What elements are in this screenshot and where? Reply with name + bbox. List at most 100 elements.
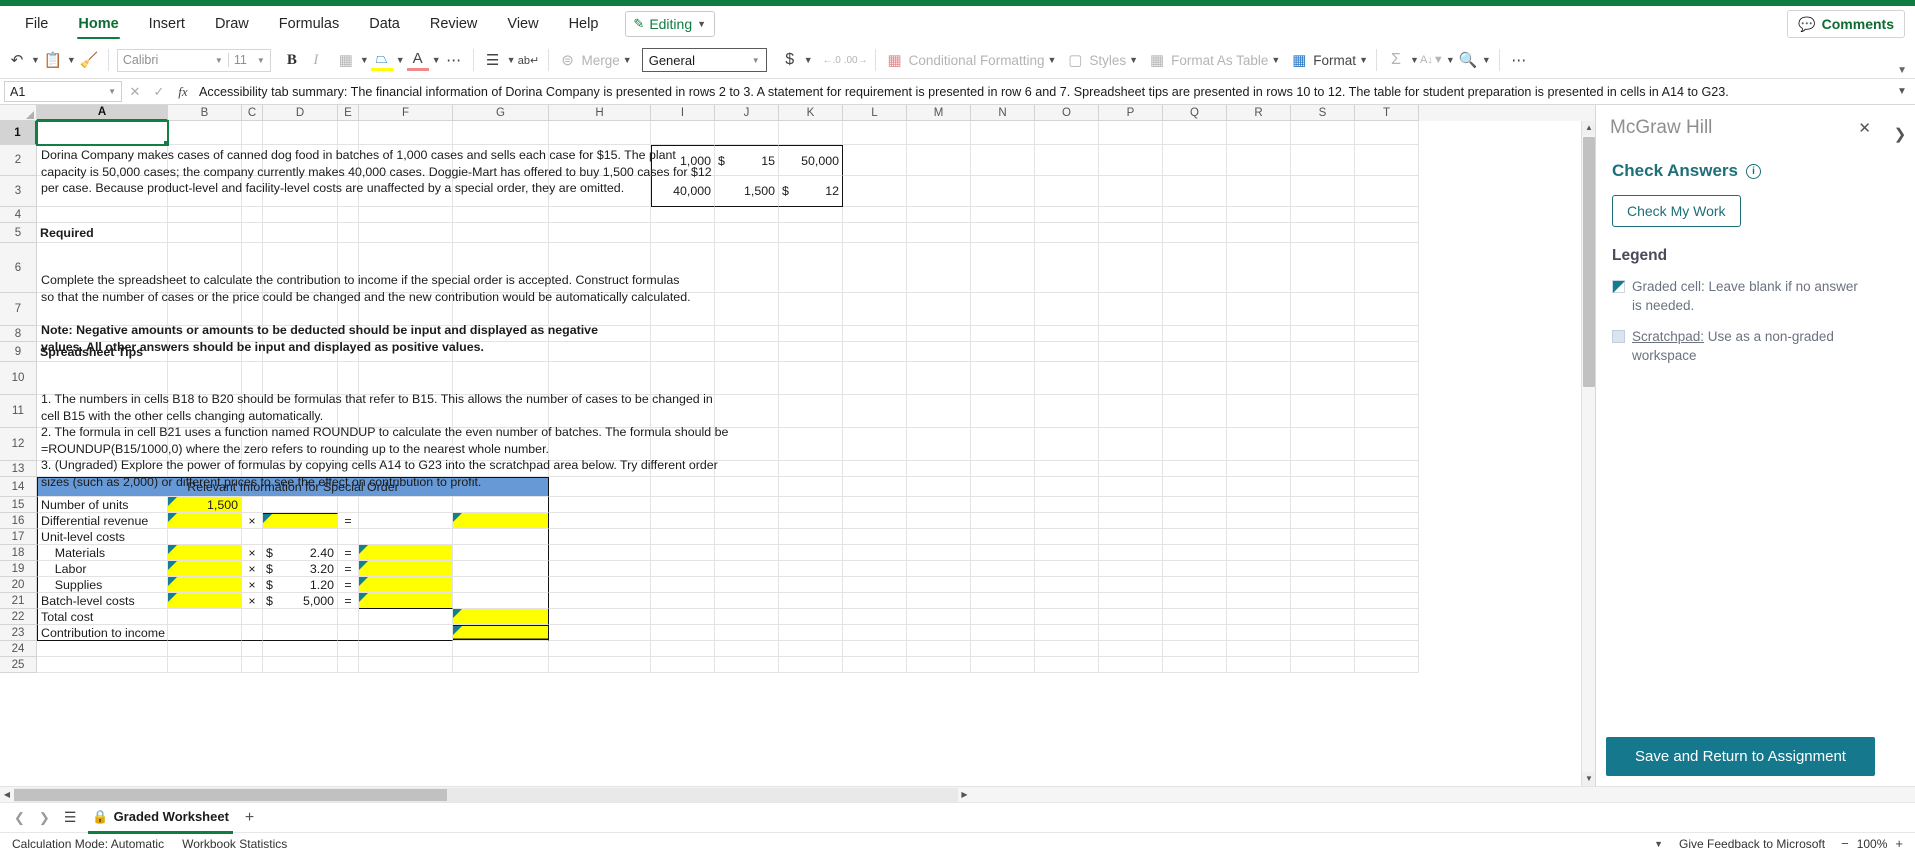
cell-n7[interactable] xyxy=(971,293,1035,326)
cell-s6[interactable] xyxy=(1291,243,1355,293)
cell-e17[interactable] xyxy=(338,529,359,545)
cell-c20[interactable]: × xyxy=(242,577,263,593)
cell-e24[interactable] xyxy=(338,641,359,657)
cell-q9[interactable] xyxy=(1163,342,1227,362)
cell-e13[interactable] xyxy=(338,461,359,477)
cell-q23[interactable] xyxy=(1163,625,1227,641)
cell-h13[interactable] xyxy=(549,461,651,477)
cell-p23[interactable] xyxy=(1099,625,1163,641)
cell-e16[interactable]: = xyxy=(338,513,359,529)
styles-button[interactable]: ▢ Styles ▼ xyxy=(1064,49,1138,71)
row-header-1[interactable]: 1 xyxy=(0,121,37,145)
fill-color-button[interactable]: ⏢ ▼ xyxy=(370,49,405,71)
find-button[interactable]: 🔍 ▼ xyxy=(1457,49,1490,71)
cell-i5[interactable] xyxy=(651,223,715,243)
row-header-4[interactable]: 4 xyxy=(0,207,37,223)
cell-e19[interactable]: = xyxy=(338,561,359,577)
cell-f19[interactable] xyxy=(359,561,453,577)
cell-i18[interactable] xyxy=(651,545,715,561)
decrease-decimal-button[interactable]: ←.0 xyxy=(821,49,843,71)
cell-m23[interactable] xyxy=(907,625,971,641)
cancel-edit-icon[interactable]: ✕ xyxy=(124,84,146,100)
select-all-corner[interactable] xyxy=(0,105,37,121)
cell-d20[interactable]: $1.20 xyxy=(263,577,338,593)
cell-r1[interactable] xyxy=(1227,121,1291,145)
cell-l21[interactable] xyxy=(843,593,907,609)
increase-decimal-button[interactable]: .00→ xyxy=(844,49,868,71)
cell-l14[interactable] xyxy=(843,477,907,497)
more-commands-button[interactable]: ⋯ xyxy=(1508,49,1530,71)
cell-l15[interactable] xyxy=(843,497,907,513)
tab-file[interactable]: File xyxy=(10,6,63,42)
cell-i4[interactable] xyxy=(651,207,715,223)
cell-e10[interactable] xyxy=(338,362,359,395)
cell-g2[interactable] xyxy=(453,145,549,176)
check-my-work-button[interactable]: Check My Work xyxy=(1612,195,1741,227)
cell-s19[interactable] xyxy=(1291,561,1355,577)
cell-p13[interactable] xyxy=(1099,461,1163,477)
cell-g24[interactable] xyxy=(453,641,549,657)
cell-a6[interactable] xyxy=(37,243,168,293)
cell-h12[interactable] xyxy=(549,428,651,461)
cell-b5[interactable] xyxy=(168,223,242,243)
cell-p20[interactable] xyxy=(1099,577,1163,593)
cell-o14[interactable] xyxy=(1035,477,1099,497)
cell-t18[interactable] xyxy=(1355,545,1419,561)
cell-j4[interactable] xyxy=(715,207,779,223)
cell-n14[interactable] xyxy=(971,477,1035,497)
cell-k2[interactable]: 50,000 xyxy=(779,145,843,176)
cell-t4[interactable] xyxy=(1355,207,1419,223)
cell-i3[interactable]: 40,000 xyxy=(651,176,715,207)
cell-s23[interactable] xyxy=(1291,625,1355,641)
task-pane-expand-rail[interactable]: ❯ xyxy=(1885,105,1915,786)
cell-j11[interactable] xyxy=(715,395,779,428)
cell-n10[interactable] xyxy=(971,362,1035,395)
row-header-7[interactable]: 7 xyxy=(0,293,37,326)
scroll-right-icon[interactable]: ▶ xyxy=(958,788,972,802)
cell-g16[interactable] xyxy=(453,513,549,529)
cell-a13[interactable] xyxy=(37,461,168,477)
cell-q25[interactable] xyxy=(1163,657,1227,673)
cell-t11[interactable] xyxy=(1355,395,1419,428)
cell-i11[interactable] xyxy=(651,395,715,428)
cell-n9[interactable] xyxy=(971,342,1035,362)
cell-f23[interactable] xyxy=(359,625,453,641)
cell-f11[interactable] xyxy=(359,395,453,428)
cell-i9[interactable] xyxy=(651,342,715,362)
cell-t5[interactable] xyxy=(1355,223,1419,243)
cell-h22[interactable] xyxy=(549,609,651,625)
cell-e23[interactable] xyxy=(338,625,359,641)
cell-f2[interactable] xyxy=(359,145,453,176)
cell-j15[interactable] xyxy=(715,497,779,513)
more-font-options-button[interactable]: ⋯ xyxy=(443,49,465,71)
cell-g4[interactable] xyxy=(453,207,549,223)
cell-k18[interactable] xyxy=(779,545,843,561)
cell-k15[interactable] xyxy=(779,497,843,513)
cell-e12[interactable] xyxy=(338,428,359,461)
cell-p8[interactable] xyxy=(1099,326,1163,342)
cell-k22[interactable] xyxy=(779,609,843,625)
cell-a12[interactable] xyxy=(37,428,168,461)
column-header-o[interactable]: O xyxy=(1035,105,1099,121)
cell-p21[interactable] xyxy=(1099,593,1163,609)
cell-m20[interactable] xyxy=(907,577,971,593)
cell-e3[interactable] xyxy=(338,176,359,207)
cell-t15[interactable] xyxy=(1355,497,1419,513)
cell-a20[interactable]: Supplies xyxy=(37,577,168,593)
cell-q21[interactable] xyxy=(1163,593,1227,609)
cell-r23[interactable] xyxy=(1227,625,1291,641)
number-format-select[interactable]: General ▼ xyxy=(641,48,767,72)
cell-o4[interactable] xyxy=(1035,207,1099,223)
cell-m3[interactable] xyxy=(907,176,971,207)
cell-q16[interactable] xyxy=(1163,513,1227,529)
cell-h21[interactable] xyxy=(549,593,651,609)
cell-l13[interactable] xyxy=(843,461,907,477)
column-header-i[interactable]: I xyxy=(651,105,715,121)
cell-j10[interactable] xyxy=(715,362,779,395)
cell-k9[interactable] xyxy=(779,342,843,362)
editing-mode-selector[interactable]: ✎ Editing ▼ xyxy=(625,11,716,37)
cell-g25[interactable] xyxy=(453,657,549,673)
cell-g12[interactable] xyxy=(453,428,549,461)
cell-g18[interactable] xyxy=(453,545,549,561)
cell-m7[interactable] xyxy=(907,293,971,326)
